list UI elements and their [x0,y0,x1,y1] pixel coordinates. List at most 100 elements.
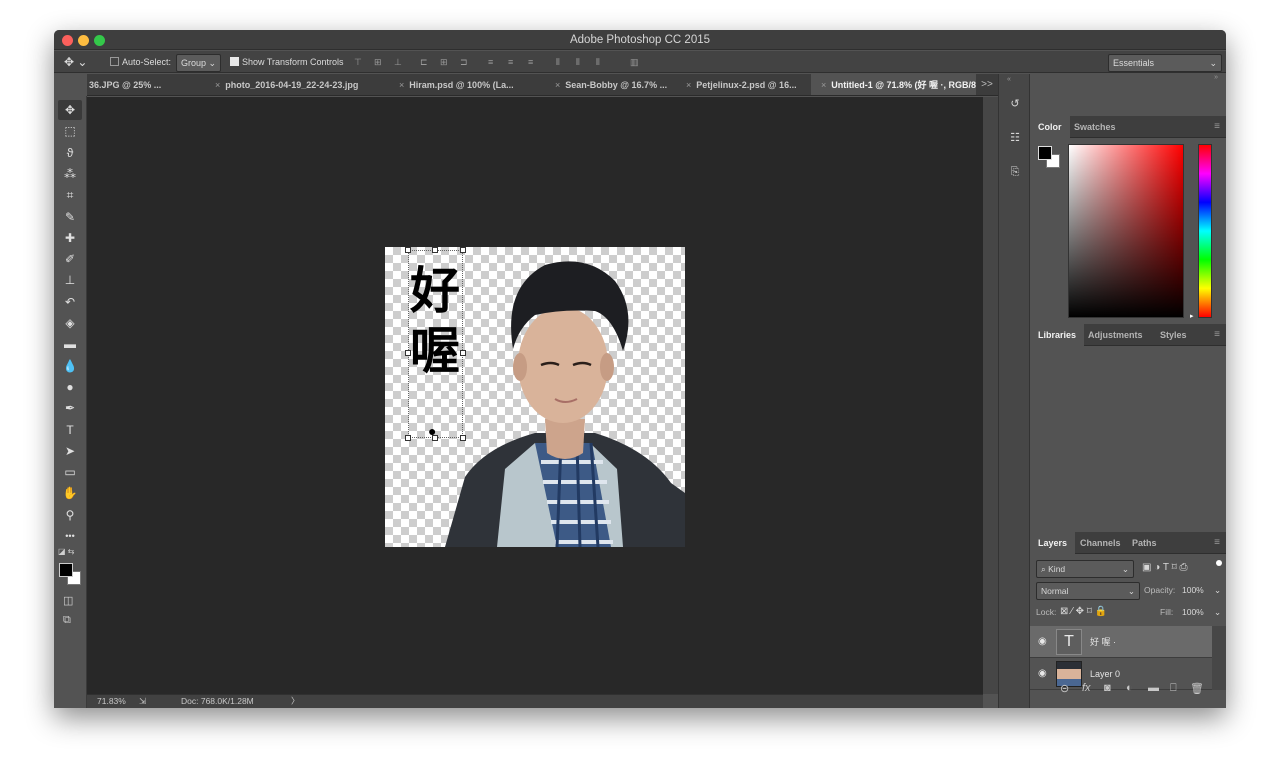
hand-tool-icon[interactable]: ✋ [58,483,82,503]
align-horizontal-center-icon[interactable]: ⊞ [440,57,450,67]
chevron-down-icon[interactable]: ⌄ [1214,582,1221,598]
align-top-icon[interactable]: ⊤ [354,57,364,67]
layer-name[interactable]: 好 喔 · [1090,626,1116,658]
zoom-level[interactable]: 71.83% [97,695,126,708]
lock-icons[interactable]: ⊠ ⁄ ✥ ⌑ 🔒 [1060,604,1107,620]
transform-handle[interactable] [405,350,411,356]
layer-row[interactable]: ◉ Layer 0 [1030,658,1212,690]
clone-stamp-tool-icon[interactable]: ⊥ [58,270,82,290]
transform-bounding-box[interactable] [408,250,463,438]
quick-mask-icon[interactable]: ◫ [63,594,73,607]
workspace-switcher[interactable]: Essentials ⌄ [1108,54,1222,72]
swap-colors-icon[interactable]: ◪ ⇆ [58,547,84,556]
canvas-area[interactable]: 好 喔 ● [87,97,983,694]
document-canvas[interactable]: 好 喔 ● [385,247,685,547]
distribute-horizontal-center-icon[interactable]: ⫴ [576,57,586,67]
rectangle-tool-icon[interactable]: ▭ [58,462,82,482]
chevron-down-icon[interactable]: ⌄ [1214,604,1221,620]
eyedropper-tool-icon[interactable]: ✎ [58,207,82,227]
quick-selection-tool-icon[interactable]: ⁂ [58,164,82,184]
transform-handle[interactable] [405,247,411,253]
tab-document[interactable]: 36.JPG @ 25% ... [87,74,205,95]
tab-styles[interactable]: Styles [1152,324,1195,346]
foreground-color-swatch-front[interactable] [1038,146,1052,160]
tabs-overflow-button[interactable]: >> [976,74,998,96]
hue-slider-thumb-icon[interactable]: ▸ [1190,312,1194,320]
opacity-value[interactable]: 100% [1182,582,1204,598]
more-tools-icon[interactable]: ••• [58,526,82,546]
layer-filter-kind-dropdown[interactable]: ⌕ Kind ⌄ [1036,560,1134,578]
show-transform-checkbox-box[interactable] [230,57,239,66]
path-selection-tool-icon[interactable]: ➤ [58,441,82,461]
close-tab-icon[interactable]: × [555,80,560,90]
panel-menu-icon[interactable]: ≡ [1214,537,1220,548]
new-layer-icon[interactable]: ⎕ [1170,682,1177,695]
gradient-tool-icon[interactable]: ▬ [58,334,82,354]
blur-tool-icon[interactable]: 💧 [58,356,82,376]
link-layers-icon[interactable]: ⊝ [1060,682,1069,695]
tab-document[interactable]: × photo_2016-04-19_22-24-23.jpg [205,74,389,95]
eye-icon[interactable]: ◉ [1038,658,1047,690]
hue-slider[interactable] [1198,144,1212,318]
tab-paths[interactable]: Paths [1124,532,1165,554]
tab-swatches[interactable]: Swatches [1066,116,1124,138]
type-tool-icon[interactable]: T [58,420,82,440]
healing-brush-tool-icon[interactable]: ✚ [58,228,82,248]
blend-mode-dropdown[interactable]: Normal ⌄ [1036,582,1140,600]
filter-icons[interactable]: ▣ ◑ T ⌑ ⎙ [1142,560,1187,576]
filter-toggle-icon[interactable] [1216,560,1222,566]
lasso-tool-icon[interactable]: ϑ [58,143,82,163]
screen-mode-icon[interactable]: ⧉ [63,614,71,627]
close-tab-icon[interactable]: × [399,80,404,90]
status-menu-arrow[interactable]: 〉 [291,695,300,708]
auto-select-target-dropdown[interactable]: Group ⌄ [176,54,222,72]
distribute-right-icon[interactable]: ⫴ [596,57,606,67]
fx-icon[interactable]: fx [1082,682,1091,694]
auto-select-checkbox-box[interactable] [110,57,119,66]
tab-libraries[interactable]: Libraries [1030,324,1085,346]
brush-tool-icon[interactable]: ✐ [58,249,82,269]
distribute-left-icon[interactable]: ⫴ [556,57,566,67]
eye-icon[interactable]: ◉ [1038,626,1047,658]
zoom-tool-icon[interactable]: ⚲ [58,505,82,525]
close-tab-icon[interactable]: × [215,80,220,90]
transform-handle[interactable] [460,350,466,356]
tab-document[interactable]: × Sean-Bobby @ 16.7% ... [545,74,676,95]
distribute-bottom-icon[interactable]: ≡ [528,57,538,67]
tab-active-document[interactable]: × Untitled-1 @ 71.8% (好 喔 ·, RGB/8) * [811,74,998,95]
transform-handle[interactable] [460,435,466,441]
marquee-tool-icon[interactable]: ⬚ [58,121,82,141]
layer-row[interactable]: ◉ T 好 喔 · [1030,626,1212,658]
show-transform-controls-checkbox[interactable]: Show Transform Controls [230,54,344,70]
history-brush-tool-icon[interactable]: ↶ [58,292,82,312]
add-mask-icon[interactable]: ◙ [1104,682,1111,694]
history-panel-icon[interactable]: ↺ [1005,94,1025,114]
panel-menu-icon[interactable]: ≡ [1214,329,1220,340]
character-panel-icon[interactable]: ⎘ [1005,162,1025,182]
align-right-icon[interactable]: ⊐ [460,57,470,67]
distribute-vertical-center-icon[interactable]: ≡ [508,57,518,67]
adjustment-layer-icon[interactable]: ◐ [1126,682,1133,694]
color-spectrum-field[interactable] [1068,144,1184,318]
export-icon[interactable]: ⇲ [139,695,146,708]
transform-handle[interactable] [460,247,466,253]
align-left-icon[interactable]: ⊏ [420,57,430,67]
toolbox-foreground-swatch[interactable] [59,563,73,577]
auto-align-layers-icon[interactable]: ▥ [630,57,640,67]
tab-adjustments[interactable]: Adjustments [1080,324,1151,346]
panel-menu-icon[interactable]: ≡ [1214,121,1220,132]
tab-layers[interactable]: Layers [1030,532,1076,554]
collapse-panels-icon[interactable]: » [1214,74,1218,81]
align-bottom-icon[interactable]: ⊥ [394,57,404,67]
tab-channels[interactable]: Channels [1072,532,1129,554]
close-tab-icon[interactable]: × [686,80,691,90]
move-tool-preset-icon[interactable]: ✥ ⌄ [64,54,87,70]
auto-select-checkbox[interactable]: Auto-Select: [110,54,171,70]
transform-handle[interactable] [432,247,438,253]
distribute-top-icon[interactable]: ≡ [488,57,498,67]
align-vertical-center-icon[interactable]: ⊞ [374,57,384,67]
transform-handle[interactable] [405,435,411,441]
vertical-scrollbar[interactable] [983,97,998,694]
eraser-tool-icon[interactable]: ◈ [58,313,82,333]
pen-tool-icon[interactable]: ✒ [58,398,82,418]
